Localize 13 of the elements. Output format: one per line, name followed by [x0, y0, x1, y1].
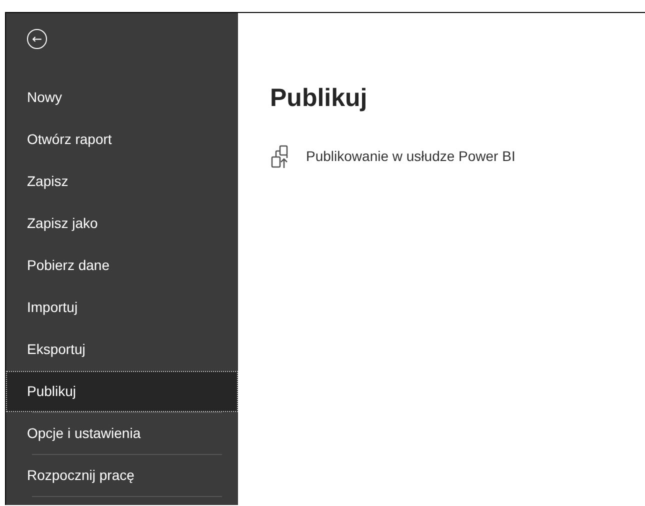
back-button[interactable]: ← — [27, 29, 47, 49]
menu-item[interactable]: Nowy — [6, 77, 238, 118]
menu-item[interactable]: Zapisz jako — [6, 203, 238, 244]
menu-item[interactable]: Rozpocznij pracę — [6, 455, 238, 496]
menu-item[interactable]: Opcje i ustawienia — [6, 413, 238, 454]
page-title: Publikuj — [270, 83, 368, 114]
menu-item[interactable]: Zapisz — [6, 161, 238, 202]
menu-item[interactable]: Eksportuj — [6, 329, 238, 370]
menu-item[interactable]: Pobierz dane — [6, 245, 238, 286]
publish-option[interactable]: Publikowanie w usłudze Power BI — [270, 144, 645, 170]
menu-item[interactable]: Importuj — [6, 287, 238, 328]
menu-item[interactable]: Publikuj — [6, 371, 238, 412]
menu-item[interactable]: Otwórz raport — [6, 119, 238, 160]
